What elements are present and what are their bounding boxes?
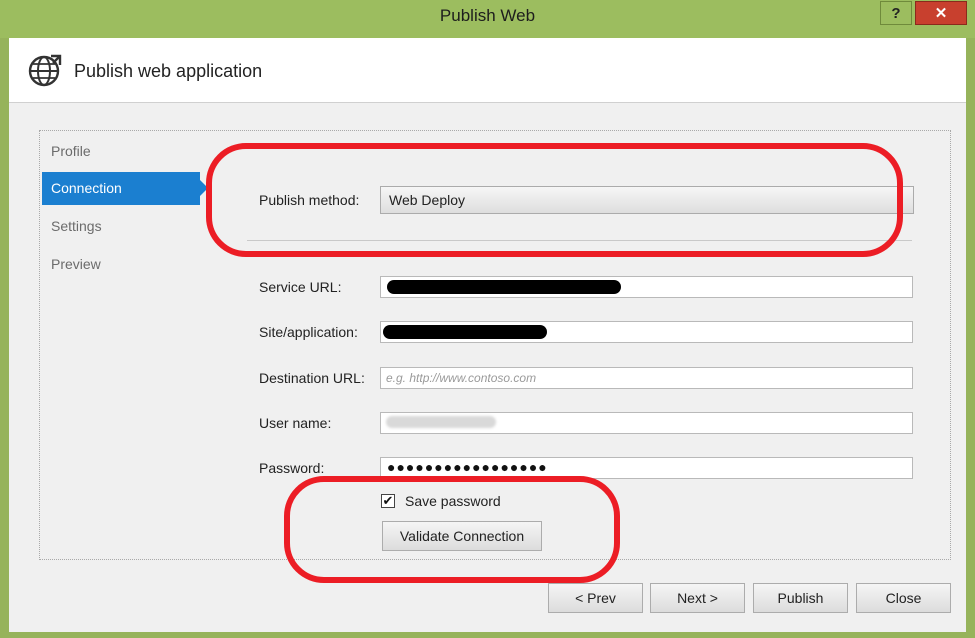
help-button[interactable]: ? [880, 1, 912, 25]
redacted-value [387, 280, 621, 294]
password-mask: ●●●●●●●●●●●●●●●●● [387, 459, 548, 475]
publish-method-label: Publish method: [259, 192, 360, 208]
title-bar[interactable]: Publish Web ? ✕ [0, 0, 975, 38]
publish-button[interactable]: Publish [753, 583, 848, 613]
destination-url-label: Destination URL: [259, 370, 365, 386]
dialog-body: Publish web application Profile Connecti… [9, 38, 966, 632]
site-application-label: Site/application: [259, 324, 358, 340]
nav-active-arrow-icon [200, 180, 208, 196]
publish-web-window: Publish Web ? ✕ Publish web application … [0, 0, 975, 638]
service-url-input[interactable] [380, 276, 913, 298]
redacted-value [383, 325, 547, 339]
password-label: Password: [259, 460, 325, 476]
nav-item-profile[interactable]: Profile [42, 135, 202, 168]
page-title: Publish web application [74, 61, 263, 81]
nav-item-settings[interactable]: Settings [42, 210, 202, 243]
user-name-input[interactable] [380, 412, 913, 434]
close-button[interactable]: Close [856, 583, 951, 613]
publish-method-value: Web Deploy [389, 192, 466, 208]
window-title: Publish Web [439, 6, 536, 25]
window-close-button[interactable]: ✕ [915, 1, 967, 25]
next-button[interactable]: Next > [650, 583, 745, 613]
destination-url-input[interactable]: e.g. http://www.contoso.com [380, 367, 913, 389]
nav-item-preview[interactable]: Preview [42, 248, 202, 281]
blurred-username [386, 416, 496, 428]
publish-method-select[interactable]: Web Deploy [380, 186, 914, 214]
save-password-checkbox[interactable]: ✔ [381, 494, 395, 508]
user-name-label: User name: [259, 415, 332, 431]
save-password-label: Save password [405, 493, 501, 509]
password-input[interactable]: ●●●●●●●●●●●●●●●●● [380, 457, 913, 479]
section-divider [247, 240, 912, 241]
dialog-header: Publish web application [9, 38, 966, 103]
validate-connection-button[interactable]: Validate Connection [382, 521, 542, 551]
globe-publish-icon [28, 54, 62, 87]
destination-url-placeholder: e.g. http://www.contoso.com [386, 371, 537, 385]
prev-button[interactable]: < Prev [548, 583, 643, 613]
site-application-input[interactable] [380, 321, 913, 343]
nav-item-connection[interactable]: Connection [42, 172, 200, 205]
service-url-label: Service URL: [259, 279, 342, 295]
